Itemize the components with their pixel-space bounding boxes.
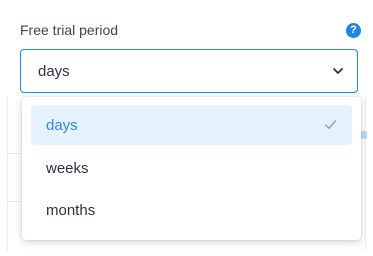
dropdown-option-weeks[interactable]: weeks [31, 148, 352, 188]
background-element [361, 131, 367, 139]
option-label: weeks [46, 160, 89, 177]
free-trial-period-panel: Free trial period ? days days weeks mont… [0, 0, 373, 256]
select-current-value: days [38, 63, 70, 80]
background-divider [7, 153, 21, 154]
background-divider [365, 96, 366, 251]
free-trial-period-dropdown-menu: days weeks months [22, 97, 361, 240]
option-label: months [46, 202, 96, 219]
free-trial-period-select[interactable]: days [20, 49, 358, 93]
dropdown-option-months[interactable]: months [31, 190, 352, 230]
option-label: days [46, 117, 78, 134]
question-circle-icon[interactable]: ? [346, 23, 361, 38]
background-divider [7, 96, 8, 251]
free-trial-period-label: Free trial period [20, 22, 119, 38]
check-icon [324, 120, 337, 129]
chevron-down-icon [333, 68, 343, 74]
dropdown-option-days[interactable]: days [31, 105, 352, 145]
background-divider [7, 201, 21, 202]
